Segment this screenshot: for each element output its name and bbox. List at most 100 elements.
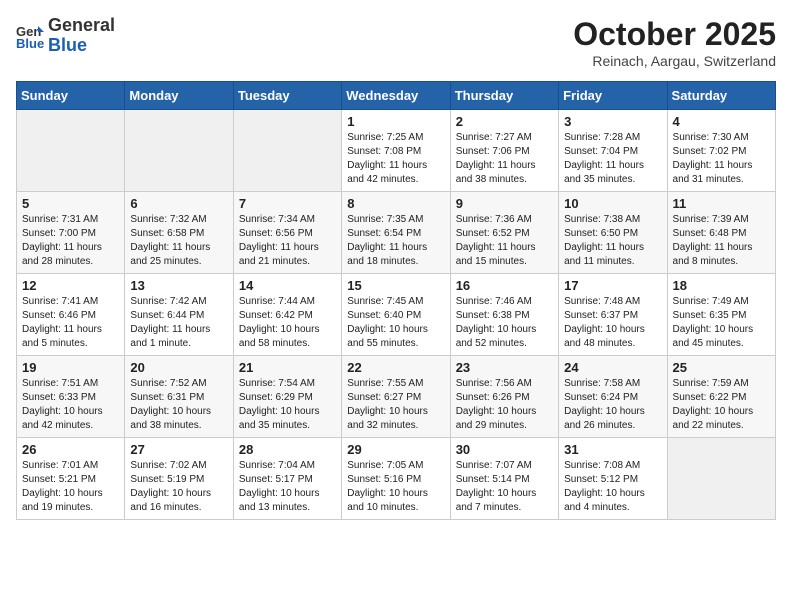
day-info: Sunrise: 7:38 AM Sunset: 6:50 PM Dayligh… [564, 213, 661, 269]
calendar-cell: 13 Sunrise: 7:42 AM Sunset: 6:44 PM Dayli… [125, 274, 233, 356]
day-number: 5 [22, 196, 119, 211]
month-title: October 2025 [573, 16, 776, 53]
day-info: Sunrise: 7:04 AM Sunset: 5:17 PM Dayligh… [239, 459, 336, 515]
calendar-cell: 25 Sunrise: 7:59 AM Sunset: 6:22 PM Dayli… [667, 356, 775, 438]
day-number: 12 [22, 278, 119, 293]
calendar-week-row: 1 Sunrise: 7:25 AM Sunset: 7:08 PM Daylig… [17, 110, 776, 192]
weekday-header-row: SundayMondayTuesdayWednesdayThursdayFrid… [17, 82, 776, 110]
calendar-cell: 21Sunrise: 7:54 AM Sunset: 6:29 PM Dayli… [233, 356, 341, 438]
calendar-cell: 5Sunrise: 7:31 AM Sunset: 7:00 PM Daylig… [17, 192, 125, 274]
day-number: 17 [564, 278, 661, 293]
weekday-header-thursday: Thursday [450, 82, 558, 110]
day-number: 8 [347, 196, 444, 211]
day-info: Sunrise: 7:02 AM Sunset: 5:19 PM Dayligh… [130, 459, 227, 515]
day-info: Sunrise: 7:34 AM Sunset: 6:56 PM Dayligh… [239, 213, 336, 269]
logo-general-text: General [48, 15, 115, 35]
weekday-header-monday: Monday [125, 82, 233, 110]
logo-blue-text: Blue [48, 35, 87, 55]
day-number: 9 [456, 196, 553, 211]
day-number: 20 [130, 360, 227, 375]
calendar-cell: 1 Sunrise: 7:25 AM Sunset: 7:08 PM Daylig… [342, 110, 450, 192]
calendar-cell: 3Sunrise: 7:28 AM Sunset: 7:04 PM Daylig… [559, 110, 667, 192]
calendar-week-row: 5Sunrise: 7:31 AM Sunset: 7:00 PM Daylig… [17, 192, 776, 274]
calendar-cell: 8Sunrise: 7:35 AM Sunset: 6:54 PM Daylig… [342, 192, 450, 274]
day-number: 6 [130, 196, 227, 211]
day-number: 16 [456, 278, 553, 293]
calendar-cell: 30Sunrise: 7:07 AM Sunset: 5:14 PM Dayli… [450, 438, 558, 520]
calendar-cell: 4 Sunrise: 7:30 AM Sunset: 7:02 PM Daylig… [667, 110, 775, 192]
page-header: Gen Blue General Blue October 2025 Reina… [16, 16, 776, 69]
day-number: 22 [347, 360, 444, 375]
calendar-cell: 10 Sunrise: 7:38 AM Sunset: 6:50 PM Dayli… [559, 192, 667, 274]
day-number: 2 [456, 114, 553, 129]
location-text: Reinach, Aargau, Switzerland [573, 53, 776, 69]
day-info: Sunrise: 7:45 AM Sunset: 6:40 PM Dayligh… [347, 295, 444, 351]
calendar-week-row: 26 Sunrise: 7:01 AM Sunset: 5:21 PM Dayli… [17, 438, 776, 520]
day-number: 10 [564, 196, 661, 211]
day-info: Sunrise: 7:58 AM Sunset: 6:24 PM Dayligh… [564, 377, 661, 433]
calendar-cell: 23 Sunrise: 7:56 AM Sunset: 6:26 PM Dayli… [450, 356, 558, 438]
calendar-week-row: 12Sunrise: 7:41 AM Sunset: 6:46 PM Dayli… [17, 274, 776, 356]
calendar-cell [667, 438, 775, 520]
day-number: 23 [456, 360, 553, 375]
calendar-cell: 24 Sunrise: 7:58 AM Sunset: 6:24 PM Dayli… [559, 356, 667, 438]
calendar-cell: 31Sunrise: 7:08 AM Sunset: 5:12 PM Dayli… [559, 438, 667, 520]
day-info: Sunrise: 7:52 AM Sunset: 6:31 PM Dayligh… [130, 377, 227, 433]
day-info: Sunrise: 7:56 AM Sunset: 6:26 PM Dayligh… [456, 377, 553, 433]
day-info: Sunrise: 7:55 AM Sunset: 6:27 PM Dayligh… [347, 377, 444, 433]
day-info: Sunrise: 7:32 AM Sunset: 6:58 PM Dayligh… [130, 213, 227, 269]
calendar-week-row: 19 Sunrise: 7:51 AM Sunset: 6:33 PM Dayli… [17, 356, 776, 438]
calendar-cell: 19 Sunrise: 7:51 AM Sunset: 6:33 PM Dayli… [17, 356, 125, 438]
calendar-cell: 27 Sunrise: 7:02 AM Sunset: 5:19 PM Dayli… [125, 438, 233, 520]
day-info: Sunrise: 7:49 AM Sunset: 6:35 PM Dayligh… [673, 295, 770, 351]
day-number: 28 [239, 442, 336, 457]
calendar-cell: 6 Sunrise: 7:32 AM Sunset: 6:58 PM Daylig… [125, 192, 233, 274]
day-info: Sunrise: 7:25 AM Sunset: 7:08 PM Dayligh… [347, 131, 444, 187]
day-info: Sunrise: 7:54 AM Sunset: 6:29 PM Dayligh… [239, 377, 336, 433]
weekday-header-sunday: Sunday [17, 82, 125, 110]
calendar-cell: 2 Sunrise: 7:27 AM Sunset: 7:06 PM Daylig… [450, 110, 558, 192]
day-number: 27 [130, 442, 227, 457]
day-number: 25 [673, 360, 770, 375]
day-info: Sunrise: 7:39 AM Sunset: 6:48 PM Dayligh… [673, 213, 770, 269]
calendar-cell: 7Sunrise: 7:34 AM Sunset: 6:56 PM Daylig… [233, 192, 341, 274]
calendar-cell: 29 Sunrise: 7:05 AM Sunset: 5:16 PM Dayli… [342, 438, 450, 520]
day-number: 15 [347, 278, 444, 293]
svg-text:Blue: Blue [16, 36, 44, 50]
weekday-header-wednesday: Wednesday [342, 82, 450, 110]
calendar-cell: 26 Sunrise: 7:01 AM Sunset: 5:21 PM Dayli… [17, 438, 125, 520]
day-number: 29 [347, 442, 444, 457]
day-info: Sunrise: 7:51 AM Sunset: 6:33 PM Dayligh… [22, 377, 119, 433]
calendar-cell [233, 110, 341, 192]
weekday-header-tuesday: Tuesday [233, 82, 341, 110]
day-info: Sunrise: 7:48 AM Sunset: 6:37 PM Dayligh… [564, 295, 661, 351]
logo: Gen Blue General Blue [16, 16, 115, 56]
day-number: 24 [564, 360, 661, 375]
day-info: Sunrise: 7:01 AM Sunset: 5:21 PM Dayligh… [22, 459, 119, 515]
day-info: Sunrise: 7:28 AM Sunset: 7:04 PM Dayligh… [564, 131, 661, 187]
day-info: Sunrise: 7:08 AM Sunset: 5:12 PM Dayligh… [564, 459, 661, 515]
day-info: Sunrise: 7:27 AM Sunset: 7:06 PM Dayligh… [456, 131, 553, 187]
day-number: 19 [22, 360, 119, 375]
calendar-cell: 28 Sunrise: 7:04 AM Sunset: 5:17 PM Dayli… [233, 438, 341, 520]
day-info: Sunrise: 7:44 AM Sunset: 6:42 PM Dayligh… [239, 295, 336, 351]
day-number: 14 [239, 278, 336, 293]
day-number: 13 [130, 278, 227, 293]
day-number: 4 [673, 114, 770, 129]
weekday-header-saturday: Saturday [667, 82, 775, 110]
title-block: October 2025 Reinach, Aargau, Switzerlan… [573, 16, 776, 69]
day-info: Sunrise: 7:05 AM Sunset: 5:16 PM Dayligh… [347, 459, 444, 515]
day-number: 30 [456, 442, 553, 457]
day-number: 26 [22, 442, 119, 457]
day-info: Sunrise: 7:30 AM Sunset: 7:02 PM Dayligh… [673, 131, 770, 187]
day-number: 18 [673, 278, 770, 293]
calendar-cell: 17 Sunrise: 7:48 AM Sunset: 6:37 PM Dayli… [559, 274, 667, 356]
day-info: Sunrise: 7:42 AM Sunset: 6:44 PM Dayligh… [130, 295, 227, 351]
day-info: Sunrise: 7:46 AM Sunset: 6:38 PM Dayligh… [456, 295, 553, 351]
calendar-cell: 11Sunrise: 7:39 AM Sunset: 6:48 PM Dayli… [667, 192, 775, 274]
day-info: Sunrise: 7:59 AM Sunset: 6:22 PM Dayligh… [673, 377, 770, 433]
calendar-cell: 22 Sunrise: 7:55 AM Sunset: 6:27 PM Dayli… [342, 356, 450, 438]
calendar-cell: 16 Sunrise: 7:46 AM Sunset: 6:38 PM Dayli… [450, 274, 558, 356]
day-number: 1 [347, 114, 444, 129]
weekday-header-friday: Friday [559, 82, 667, 110]
